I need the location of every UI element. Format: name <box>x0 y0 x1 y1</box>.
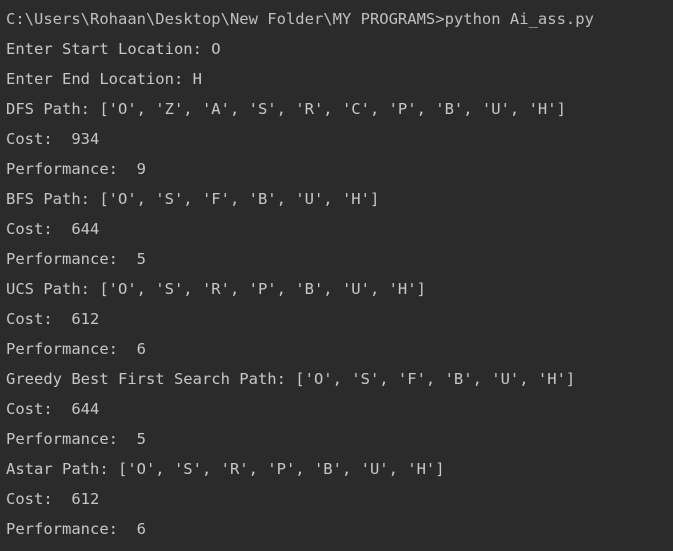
dfs-cost-line: Cost: 934 <box>6 130 100 148</box>
ucs-path-line: UCS Path: ['O', 'S', 'R', 'P', 'B', 'U',… <box>6 280 426 298</box>
astar-performance-line: Performance: 6 <box>6 520 146 538</box>
end-location-line: Enter End Location: H <box>6 70 202 88</box>
start-location-line: Enter Start Location: O <box>6 40 221 58</box>
terminal-output[interactable]: C:\Users\Rohaan\Desktop\New Folder\MY PR… <box>0 0 673 551</box>
greedy-performance-line: Performance: 5 <box>6 430 146 448</box>
dfs-path-line: DFS Path: ['O', 'Z', 'A', 'S', 'R', 'C',… <box>6 100 566 118</box>
bfs-path-line: BFS Path: ['O', 'S', 'F', 'B', 'U', 'H'] <box>6 190 380 208</box>
ucs-cost-line: Cost: 612 <box>6 310 100 328</box>
greedy-cost-line: Cost: 644 <box>6 400 100 418</box>
command-prompt-line: C:\Users\Rohaan\Desktop\New Folder\MY PR… <box>6 10 594 28</box>
dfs-performance-line: Performance: 9 <box>6 160 146 178</box>
bfs-cost-line: Cost: 644 <box>6 220 100 238</box>
bfs-performance-line: Performance: 5 <box>6 250 146 268</box>
ucs-performance-line: Performance: 6 <box>6 340 146 358</box>
astar-path-line: Astar Path: ['O', 'S', 'R', 'P', 'B', 'U… <box>6 460 445 478</box>
astar-cost-line: Cost: 612 <box>6 490 100 508</box>
greedy-path-line: Greedy Best First Search Path: ['O', 'S'… <box>6 370 576 388</box>
